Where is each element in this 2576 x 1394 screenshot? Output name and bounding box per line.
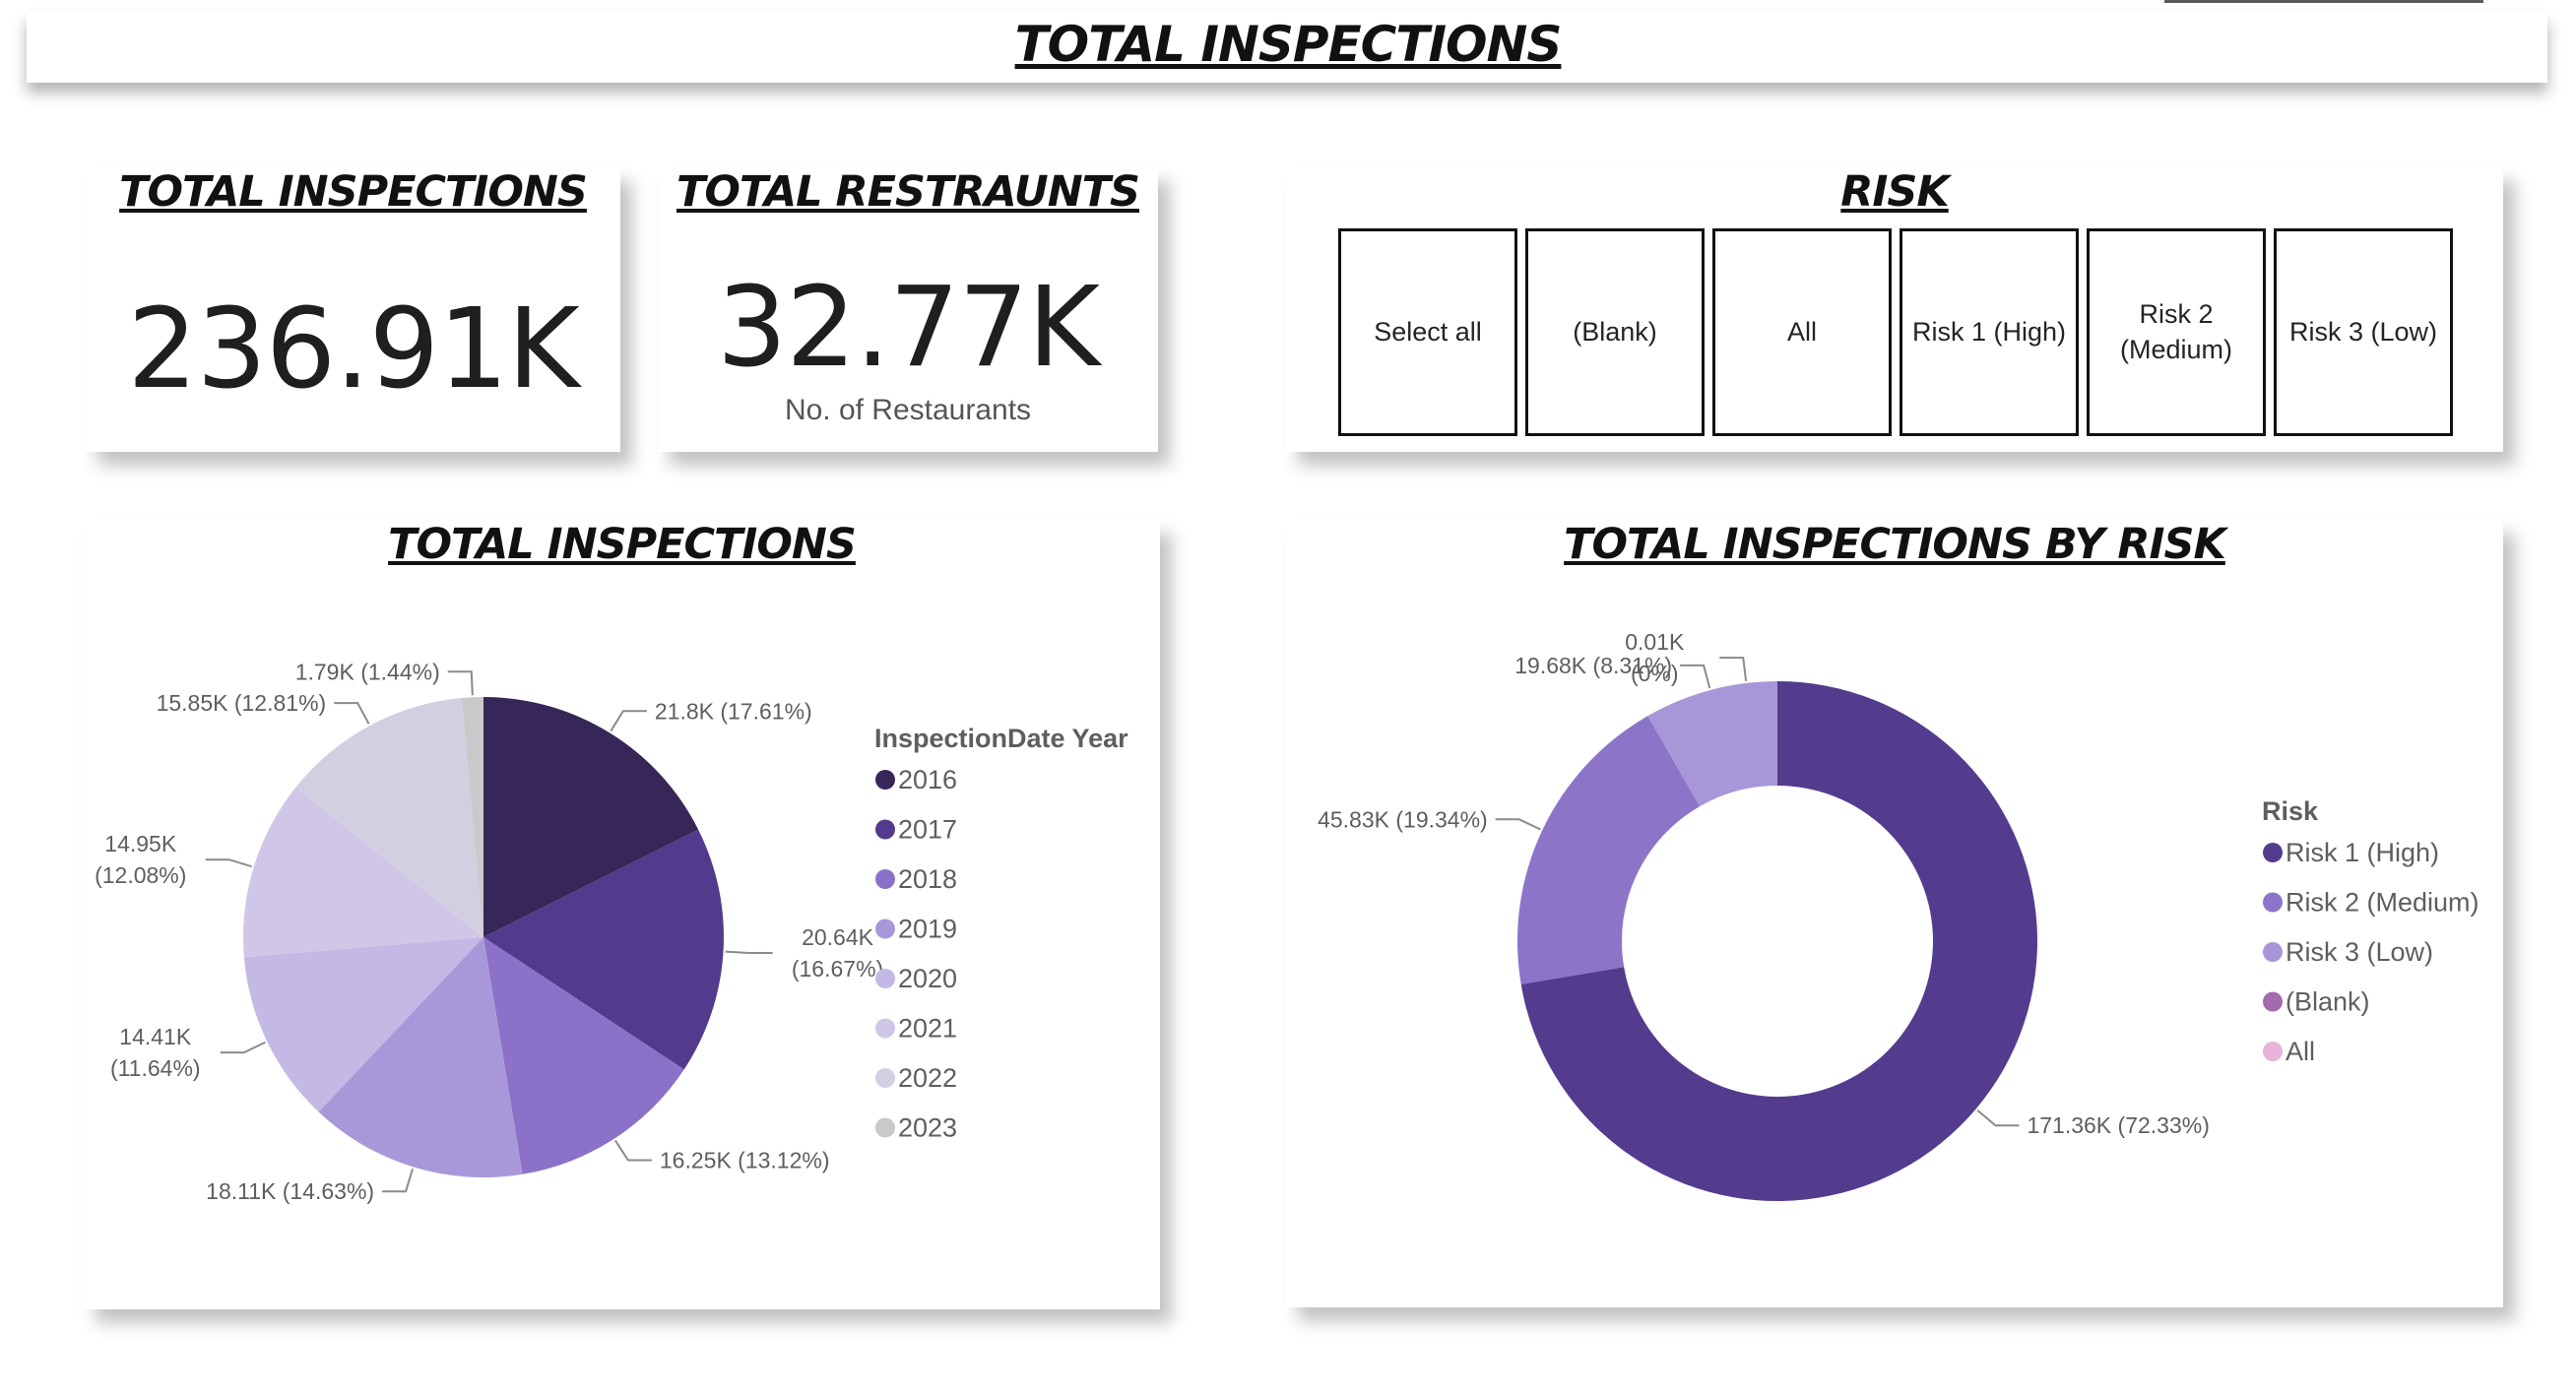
pie-legend-marker-7 xyxy=(875,1117,895,1138)
donut-leader-3 xyxy=(1719,657,1748,682)
donut-legend-item-2[interactable]: Risk 3 (Low) xyxy=(2286,937,2433,967)
donut-leader-2 xyxy=(1680,664,1711,689)
donut-legend-item-3[interactable]: (Blank) xyxy=(2286,987,2370,1017)
kpi-value: 32.77K xyxy=(716,264,1100,392)
pie-leader-3 xyxy=(382,1168,415,1193)
pie-legend-marker-1 xyxy=(875,819,895,840)
kpi-value: 236.91K xyxy=(127,285,579,413)
pie-legend-item-0[interactable]: 2016 xyxy=(898,765,957,794)
pie-chart-card: TOTAL INSPECTIONS 21.8K (17.61%) 20.64K (1… xyxy=(84,520,1160,1309)
kpi-card-total-restaurants[interactable]: TOTAL RESTRAUNTS 32.77K No. of Restauran… xyxy=(658,167,1158,452)
pie-leader-7 xyxy=(447,670,474,696)
donut-legend-item-1[interactable]: Risk 2 (Medium) xyxy=(2286,888,2479,918)
slicer-option-select-all[interactable]: Select all xyxy=(1338,228,1517,436)
donut-data-label-0: 171.36K (72.33%) xyxy=(2027,1112,2209,1138)
pie-data-label-7: 1.79K (1.44%) xyxy=(295,659,440,684)
kpi-title: TOTAL INSPECTIONS xyxy=(119,167,588,217)
header-accent-line xyxy=(2164,0,2483,3)
pie-leader-2 xyxy=(614,1139,652,1162)
pie-legend-title: InspectionDate Year xyxy=(874,724,1128,753)
donut-data-label-1: 45.83K (19.34%) xyxy=(1318,806,1488,832)
kpi-title: TOTAL RESTRAUNTS xyxy=(676,167,1140,217)
donut-legend-marker-1 xyxy=(2263,892,2283,913)
pie-data-label-5: 14.95K (12.08%) xyxy=(95,831,186,888)
donut-leader-0 xyxy=(1976,1109,2020,1127)
slicer-option-risk-3-low[interactable]: Risk 3 (Low) xyxy=(2274,228,2453,436)
pie-leader-4 xyxy=(220,1041,266,1054)
slicer-option-risk-2-medium[interactable]: Risk 2 (Medium) xyxy=(2087,228,2266,436)
pie-legend-item-5[interactable]: 2021 xyxy=(898,1014,957,1044)
donut-legend-marker-3 xyxy=(2263,991,2283,1012)
donut-chart-card: TOTAL INSPECTIONS BY RISK 171.36K (72.33… xyxy=(1286,520,2503,1307)
pie-leader-0 xyxy=(610,710,647,732)
donut-chart: 171.36K (72.33%)45.83K (19.34%)19.68K (8… xyxy=(1318,629,2479,1201)
pie-legend-marker-5 xyxy=(875,1018,895,1039)
pie-chart: 21.8K (17.61%) 20.64K (16.67%) 16.25K (13.1… xyxy=(95,659,1128,1204)
donut-legend-marker-2 xyxy=(2263,942,2283,962)
pie-legend-item-6[interactable]: 2022 xyxy=(898,1063,957,1093)
pie-legend-item-3[interactable]: 2019 xyxy=(898,915,957,944)
pie-data-label-0: 21.8K (17.61%) xyxy=(655,698,812,724)
pie-data-label-4: 14.41K (11.64%) xyxy=(110,1024,201,1081)
pie-legend-item-4[interactable]: 2020 xyxy=(898,964,957,993)
pie-legend-marker-2 xyxy=(875,869,895,889)
pie-legend-marker-0 xyxy=(875,770,895,790)
pie-data-label-6: 15.85K (12.81%) xyxy=(157,690,327,716)
page-title: TOTAL INSPECTIONS xyxy=(1014,16,1563,73)
donut-legend-item-4[interactable]: All xyxy=(2286,1037,2315,1066)
slicer-title: RISK xyxy=(1840,167,1949,217)
donut-legend-marker-0 xyxy=(2263,843,2283,862)
slicer-option-blank[interactable]: (Blank) xyxy=(1525,228,1705,436)
pie-legend-marker-3 xyxy=(875,919,895,939)
donut-legend-title: Risk xyxy=(2262,796,2319,826)
pie-leader-1 xyxy=(725,950,773,955)
slicer-option-all[interactable]: All xyxy=(1712,228,1892,436)
pie-data-label-2: 16.25K (13.12%) xyxy=(660,1148,830,1173)
pie-data-label-1: 20.64K (16.67%) xyxy=(792,924,883,982)
pie-legend-item-2[interactable]: 2018 xyxy=(898,864,957,894)
donut-legend-item-0[interactable]: Risk 1 (High) xyxy=(2286,838,2439,867)
kpi-caption: No. of Restaurants xyxy=(784,394,1032,426)
pie-legend-item-7[interactable]: 2023 xyxy=(898,1113,957,1143)
pie-leader-6 xyxy=(334,702,370,725)
slicer-option-risk-1-high[interactable]: Risk 1 (High) xyxy=(1900,228,2079,436)
donut-legend-marker-4 xyxy=(2263,1042,2283,1061)
pie-leader-5 xyxy=(205,858,253,868)
pie-data-label-3: 18.11K (14.63%) xyxy=(206,1178,374,1204)
kpi-card-total-inspections[interactable]: TOTAL INSPECTIONS 236.91K xyxy=(86,167,620,452)
pie-legend-marker-4 xyxy=(875,969,895,988)
pie-legend-marker-6 xyxy=(875,1068,895,1088)
risk-slicer-card: RISK Select all (Blank) All Risk 1 (High… xyxy=(1286,167,2503,452)
donut-leader-1 xyxy=(1495,818,1541,831)
pie-legend-item-1[interactable]: 2017 xyxy=(898,815,957,845)
